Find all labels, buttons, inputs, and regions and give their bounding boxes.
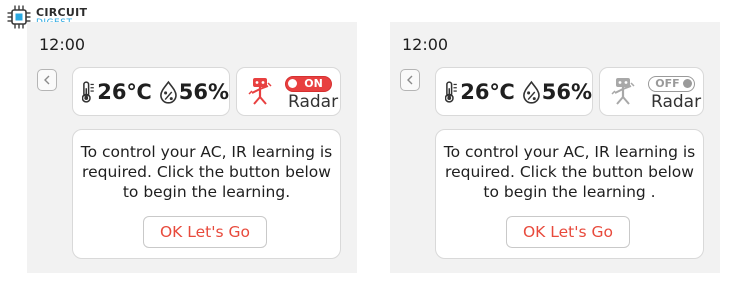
humidity-drop-icon [522,80,540,104]
chevron-left-icon [44,75,50,85]
chevron-left-icon [407,75,413,85]
temperature-value: 26℃ [97,79,152,104]
humidity-value: 56% [178,79,229,104]
climate-card: 26℃ 56% [435,67,593,116]
device-screen-radar-on: 12:00 26℃ 56% ON Radar To control your A… [27,22,357,273]
ir-learning-message: To control your AC, IR learning is requi… [443,143,696,201]
ir-learning-card: To control your AC, IR learning is requi… [435,129,704,259]
clock-time: 12:00 [39,35,86,54]
ok-lets-go-button[interactable]: OK Let's Go [506,216,630,248]
climate-card: 26℃ 56% [72,67,230,116]
back-button[interactable] [37,69,57,91]
radar-label: Radar [651,92,702,112]
radar-toggle[interactable]: ON [285,76,332,92]
radar-label: Radar [288,92,339,112]
radar-toggle-label: ON [304,77,323,90]
radar-card: ON Radar [236,67,341,116]
thermometer-icon [445,80,457,103]
ir-learning-message: To control your AC, IR learning is requi… [80,143,333,201]
radar-toggle[interactable]: OFF [648,76,695,92]
radar-card: OFF Radar [599,67,704,116]
temperature-value: 26℃ [460,79,515,104]
clock-time: 12:00 [402,35,449,54]
brand-name-line1: CIRCUIT [36,5,88,19]
humidity-drop-icon [159,80,177,104]
robot-radar-icon [611,78,635,105]
back-button[interactable] [400,69,420,91]
ok-lets-go-button[interactable]: OK Let's Go [143,216,267,248]
robot-radar-icon [248,78,272,105]
toggle-knob [683,79,692,88]
ir-learning-card: To control your AC, IR learning is requi… [72,129,341,259]
thermometer-icon [82,80,94,103]
device-screen-radar-off: 12:00 26℃ 56% OFF Radar To control your … [390,22,720,273]
humidity-value: 56% [541,79,592,104]
